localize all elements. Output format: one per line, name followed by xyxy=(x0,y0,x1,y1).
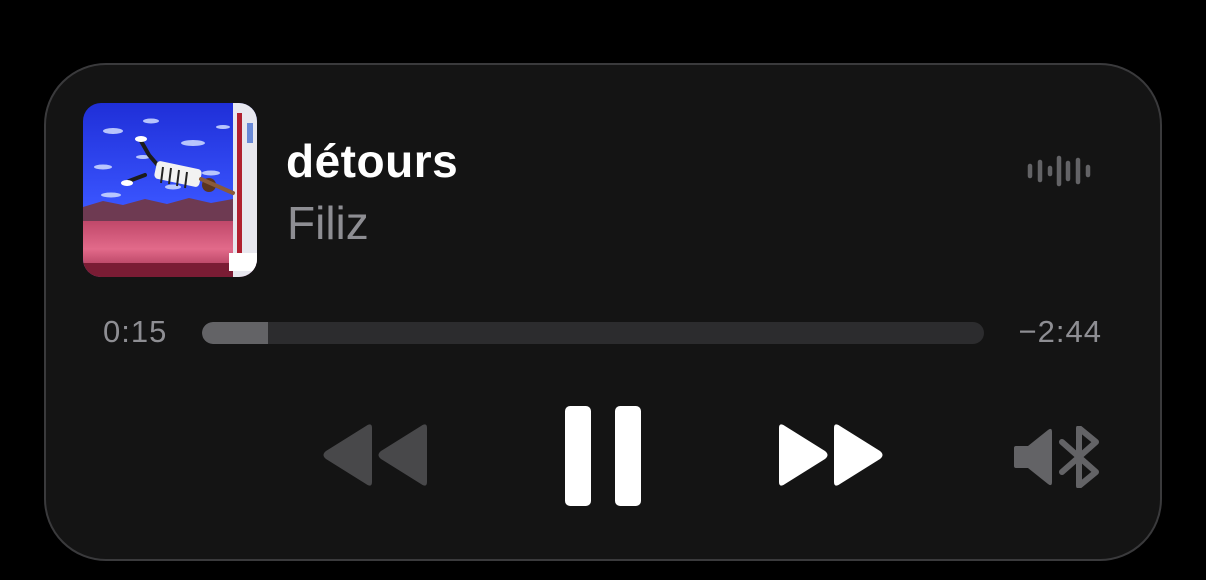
pause-button[interactable] xyxy=(562,404,644,508)
progress-fill xyxy=(202,322,268,344)
track-artist[interactable]: Filiz xyxy=(287,196,369,250)
backward-icon xyxy=(323,424,427,486)
audio-output-button[interactable] xyxy=(1012,426,1102,488)
elapsed-time: 0:15 xyxy=(103,314,168,349)
progress-scrubber[interactable] xyxy=(202,322,984,344)
album-artwork[interactable] xyxy=(83,103,257,277)
forward-button[interactable] xyxy=(776,422,886,488)
pause-icon xyxy=(565,406,641,506)
track-title: détours xyxy=(286,135,459,187)
remaining-time: −2:44 xyxy=(1018,314,1102,349)
forward-icon xyxy=(779,424,883,486)
waveform-icon xyxy=(1026,154,1092,188)
speaker-bluetooth-icon xyxy=(1014,426,1099,488)
rewind-button[interactable] xyxy=(320,422,430,488)
